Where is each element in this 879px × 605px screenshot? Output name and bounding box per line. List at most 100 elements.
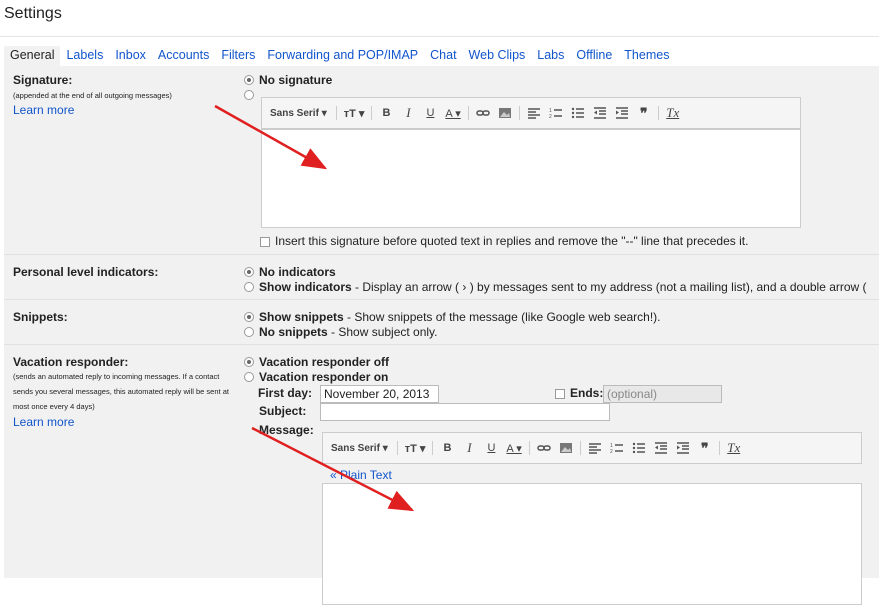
underline-icon[interactable]: U: [423, 105, 437, 121]
ends-checkbox[interactable]: [555, 388, 565, 399]
bulleted-list-icon[interactable]: [571, 105, 585, 121]
ends-date-input[interactable]: (optional): [603, 385, 722, 403]
font-family-label: Sans Serif: [270, 107, 319, 119]
vacation-note-line: (sends an automated reply to incoming me…: [13, 372, 220, 381]
no-indicators-radio[interactable]: [244, 266, 254, 277]
tab-labs[interactable]: Labs: [531, 46, 570, 66]
link-icon[interactable]: [536, 440, 551, 456]
no-signature-option[interactable]: No signature: [244, 73, 332, 87]
font-size-icon[interactable]: ᴛT ▾: [344, 105, 365, 121]
indent-more-icon[interactable]: [615, 105, 629, 121]
indent-less-icon[interactable]: [593, 105, 607, 121]
tab-web-clips[interactable]: Web Clips: [463, 46, 532, 66]
tab-offline[interactable]: Offline: [570, 46, 618, 66]
settings-panel: Signature: (appended at the end of all o…: [4, 66, 879, 605]
personal-indicators-label: Personal level indicators:: [13, 265, 159, 279]
show-snippets-label: Show snippets: [259, 310, 344, 324]
vacation-note-line: sends you several messages, this automat…: [13, 387, 229, 396]
toolbar-divider: [371, 106, 373, 120]
no-snippets-option[interactable]: No snippets - Show subject only.: [244, 325, 438, 339]
italic-icon[interactable]: I: [401, 105, 415, 121]
link-icon[interactable]: [475, 105, 490, 121]
vacation-off-option[interactable]: Vacation responder off: [244, 355, 389, 369]
tab-general[interactable]: General: [4, 46, 61, 66]
signature-editor[interactable]: [261, 129, 801, 228]
indent-less-icon[interactable]: [654, 440, 668, 456]
tab-themes[interactable]: Themes: [618, 46, 675, 66]
show-snippets-description: - Show snippets of the message (like Goo…: [343, 310, 661, 324]
show-indicators-radio[interactable]: [244, 281, 254, 292]
insert-signature-checkbox[interactable]: [260, 236, 270, 247]
no-signature-radio[interactable]: [244, 74, 254, 85]
font-family-label: Sans Serif: [331, 442, 380, 454]
show-indicators-description: - Display an arrow ( › ) by messages sen…: [351, 280, 867, 294]
font-family-dropdown[interactable]: Sans Serif ▾: [270, 105, 327, 121]
remove-formatting-icon[interactable]: Tx: [727, 440, 741, 456]
insert-signature-option[interactable]: Insert this signature before quoted text…: [260, 234, 748, 248]
vacation-on-option[interactable]: Vacation responder on: [244, 370, 388, 384]
font-family-dropdown[interactable]: Sans Serif ▾: [331, 440, 388, 456]
toolbar-divider: [396, 441, 398, 455]
tab-accounts[interactable]: Accounts: [152, 46, 215, 66]
toolbar-divider: [579, 441, 581, 455]
title-divider: [0, 36, 879, 37]
signature-format-toolbar: Sans Serif ▾ ᴛT ▾ B I U A ▾ 12 ❞ Tx: [261, 97, 801, 129]
text-color-icon[interactable]: A ▾: [445, 105, 460, 121]
tab-labels[interactable]: Labels: [60, 46, 109, 66]
toolbar-divider: [432, 441, 434, 455]
insert-signature-label: Insert this signature before quoted text…: [275, 234, 749, 248]
plain-text-link[interactable]: « Plain Text: [330, 468, 392, 482]
vacation-learn-more-link[interactable]: Learn more: [13, 415, 74, 429]
settings-tabs: General Labels Inbox Accounts Filters Fo…: [4, 46, 675, 66]
tab-inbox[interactable]: Inbox: [109, 46, 152, 66]
vacation-off-radio[interactable]: [244, 356, 254, 367]
toolbar-divider: [335, 106, 337, 120]
show-indicators-option[interactable]: Show indicators - Display an arrow ( › )…: [244, 280, 867, 294]
snippets-section: Snippets: Show snippets - Show snippets …: [4, 299, 879, 345]
ends-label: Ends:: [570, 386, 604, 400]
bulleted-list-icon[interactable]: [632, 440, 646, 456]
indent-more-icon[interactable]: [676, 440, 690, 456]
subject-input[interactable]: [320, 403, 610, 421]
no-signature-label: No signature: [259, 73, 333, 87]
no-indicators-option[interactable]: No indicators: [244, 265, 336, 279]
svg-text:2: 2: [549, 114, 552, 120]
personal-indicators-section: Personal level indicators: No indicators…: [4, 254, 879, 300]
vacation-responder-section: Vacation responder: (sends an automated …: [4, 344, 879, 605]
vacation-responder-label: Vacation responder:: [13, 355, 129, 369]
first-day-input[interactable]: November 20, 2013: [320, 385, 439, 403]
snippets-label: Snippets:: [13, 310, 68, 324]
ends-option[interactable]: Ends:: [555, 386, 603, 400]
font-size-icon[interactable]: ᴛT ▾: [405, 440, 426, 456]
italic-icon[interactable]: I: [462, 440, 476, 456]
text-color-icon[interactable]: A ▾: [506, 440, 521, 456]
tab-forwarding[interactable]: Forwarding and POP/IMAP: [261, 46, 424, 66]
signature-note: (appended at the end of all outgoing mes…: [13, 91, 172, 100]
signature-learn-more-link[interactable]: Learn more: [13, 103, 74, 117]
image-icon[interactable]: [559, 440, 573, 456]
vacation-on-radio[interactable]: [244, 371, 254, 382]
tab-chat[interactable]: Chat: [424, 46, 462, 66]
toolbar-divider: [718, 441, 720, 455]
underline-icon[interactable]: U: [484, 440, 498, 456]
custom-signature-radio[interactable]: [244, 89, 254, 100]
bold-icon[interactable]: B: [379, 105, 393, 121]
image-icon[interactable]: [498, 105, 512, 121]
show-snippets-option[interactable]: Show snippets - Show snippets of the mes…: [244, 310, 661, 324]
no-snippets-radio[interactable]: [244, 326, 254, 337]
custom-signature-option[interactable]: [244, 88, 259, 102]
numbered-list-icon[interactable]: 12: [610, 440, 624, 456]
show-snippets-radio[interactable]: [244, 311, 254, 322]
remove-formatting-icon[interactable]: Tx: [666, 105, 680, 121]
numbered-list-icon[interactable]: 12: [549, 105, 563, 121]
tab-filters[interactable]: Filters: [215, 46, 261, 66]
vacation-message-editor[interactable]: [322, 483, 862, 605]
quote-icon[interactable]: ❞: [637, 105, 651, 121]
bold-icon[interactable]: B: [440, 440, 454, 456]
no-snippets-label: No snippets: [259, 325, 328, 339]
first-day-label: First day:: [258, 386, 313, 400]
align-icon[interactable]: [527, 105, 541, 121]
align-icon[interactable]: [588, 440, 602, 456]
vacation-off-label: Vacation responder off: [259, 355, 390, 369]
quote-icon[interactable]: ❞: [698, 440, 712, 456]
